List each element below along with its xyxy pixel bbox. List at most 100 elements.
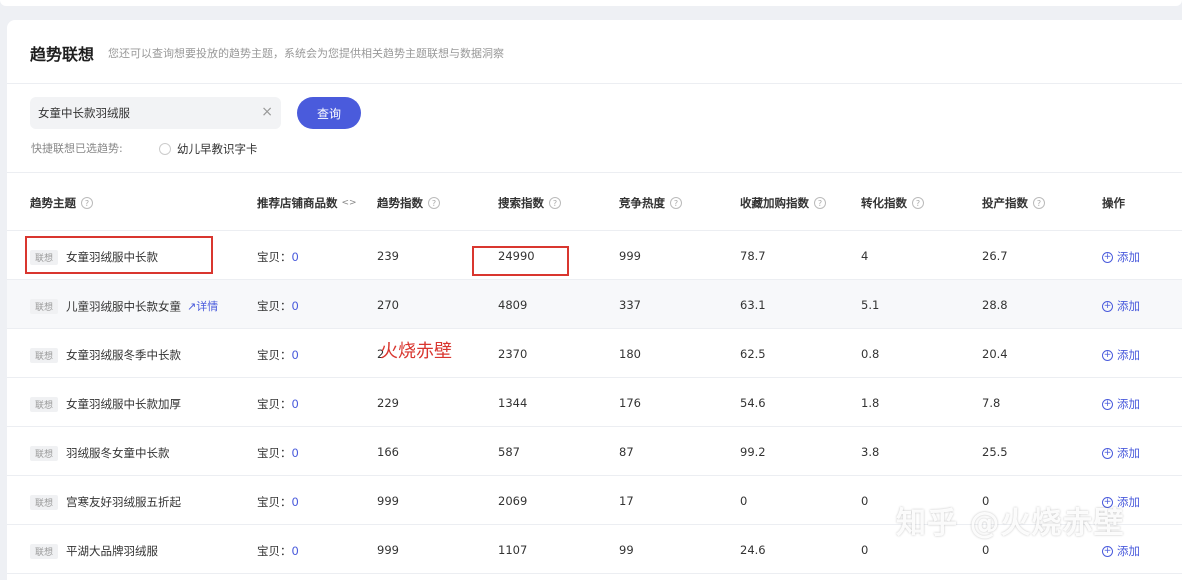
sort-icon[interactable]: <> (342, 198, 357, 208)
header-roi: 投产指数? (982, 195, 1045, 211)
add-button[interactable]: + 添加 (1102, 543, 1140, 559)
theme-cell: 联想 宫寒友好羽绒服五折起 (30, 494, 181, 510)
help-icon[interactable]: ? (1033, 197, 1045, 209)
search-cell: 587 (498, 445, 520, 459)
count-cell: 宝贝：0 (257, 348, 299, 362)
plus-icon: + (1102, 349, 1113, 361)
favorite-cell: 62.5 (740, 347, 766, 361)
header-trend: 趋势指数? (377, 195, 440, 211)
highlight-box-theme (25, 236, 213, 274)
plus-icon: + (1102, 251, 1113, 263)
favorite-cell: 24.6 (740, 543, 766, 557)
count-link[interactable]: 0 (292, 299, 299, 313)
query-button[interactable]: 查询 (297, 97, 361, 129)
roi-cell: 25.5 (982, 445, 1008, 459)
add-button[interactable]: + 添加 (1102, 445, 1140, 461)
count-cell: 宝贝：0 (257, 397, 299, 411)
trend-cell: 999 (377, 494, 399, 508)
panel-title: 趋势联想 (30, 45, 95, 64)
plus-icon: + (1102, 447, 1113, 459)
roi-cell: 7.8 (982, 396, 1001, 410)
association-tag: 联想 (30, 347, 59, 363)
conversion-cell: 0 (861, 543, 869, 557)
help-icon[interactable]: ? (81, 197, 93, 209)
clear-icon[interactable]: × (261, 103, 273, 121)
add-button[interactable]: + 添加 (1102, 249, 1140, 265)
search-cell: 2069 (498, 494, 528, 508)
header-theme: 趋势主题? (30, 195, 93, 211)
help-icon[interactable]: ? (428, 197, 440, 209)
favorite-cell: 78.7 (740, 249, 766, 263)
count-link[interactable]: 0 (292, 397, 299, 411)
help-icon[interactable]: ? (670, 197, 682, 209)
table-row: 联想 儿童羽绒服中长款女童 ↗详情 宝贝：0 270 4809 337 63.1 5… (7, 280, 1182, 329)
theme-cell: 联想 女童羽绒服冬季中长款 (30, 347, 181, 363)
roi-cell: 0 (982, 543, 990, 557)
search-input[interactable] (38, 105, 248, 121)
competition-cell: 176 (619, 396, 641, 410)
association-tag: 联想 (30, 543, 59, 559)
quick-option-label: 幼儿早教识字卡 (177, 142, 258, 156)
count-cell: 宝贝：0 (257, 299, 299, 313)
trend-association-panel: 趋势联想 您还可以查询想要投放的趋势主题，系统会为您提供相关趋势主题联想与数据洞… (7, 20, 1182, 580)
trend-cell: 166 (377, 445, 399, 459)
count-link[interactable]: 0 (292, 348, 299, 362)
quick-association-option[interactable]: 幼儿早教识字卡 (159, 141, 258, 157)
count-cell: 宝贝：0 (257, 544, 299, 558)
favorite-cell: 63.1 (740, 298, 766, 312)
association-tag: 联想 (30, 445, 59, 461)
association-tag: 联想 (30, 396, 59, 412)
search-cell: 1107 (498, 543, 528, 557)
plus-icon: + (1102, 545, 1113, 557)
chart-icon: ↗ (187, 300, 197, 313)
header-conversion: 转化指数? (861, 195, 924, 211)
association-tag: 联想 (30, 494, 59, 510)
conversion-cell: 5.1 (861, 298, 880, 312)
header-store-count[interactable]: 推荐店铺商品数 <> (257, 195, 357, 211)
roi-cell: 28.8 (982, 298, 1008, 312)
panel-subtitle: 您还可以查询想要投放的趋势主题，系统会为您提供相关趋势主题联想与数据洞察 (108, 47, 504, 60)
search-cell: 2370 (498, 347, 528, 361)
add-button[interactable]: + 添加 (1102, 396, 1140, 412)
detail-link[interactable]: ↗详情 (187, 300, 218, 313)
top-card-edge (0, 0, 1182, 6)
competition-cell: 99 (619, 543, 634, 557)
header-action: 操作 (1102, 196, 1125, 210)
plus-icon: + (1102, 398, 1113, 410)
competition-cell: 87 (619, 445, 634, 459)
roi-cell: 20.4 (982, 347, 1008, 361)
count-link[interactable]: 0 (292, 250, 299, 264)
add-button[interactable]: + 添加 (1102, 347, 1140, 363)
header-competition: 竞争热度? (619, 195, 682, 211)
theme-cell: 联想 女童羽绒服中长款加厚 (30, 396, 181, 412)
table-header: 趋势主题? 推荐店铺商品数 <> 趋势指数? 搜索指数? 竞争热度? 收藏加购指数… (7, 172, 1182, 231)
favorite-cell: 54.6 (740, 396, 766, 410)
count-link[interactable]: 0 (292, 544, 299, 558)
help-icon[interactable]: ? (912, 197, 924, 209)
add-button[interactable]: + 添加 (1102, 298, 1140, 314)
favorite-cell: 99.2 (740, 445, 766, 459)
roi-cell: 26.7 (982, 249, 1008, 263)
association-tag: 联想 (30, 299, 59, 314)
help-icon[interactable]: ? (814, 197, 826, 209)
count-link[interactable]: 0 (292, 495, 299, 509)
count-cell: 宝贝：0 (257, 446, 299, 460)
conversion-cell: 3.8 (861, 445, 880, 459)
help-icon[interactable]: ? (549, 197, 561, 209)
competition-cell: 17 (619, 494, 634, 508)
search-box[interactable]: × (30, 97, 281, 129)
competition-cell: 999 (619, 249, 641, 263)
conversion-cell: 0 (861, 494, 869, 508)
plus-icon: + (1102, 300, 1113, 312)
trend-cell: 239 (377, 249, 399, 263)
conversion-cell: 1.8 (861, 396, 880, 410)
trend-cell: 229 (377, 396, 399, 410)
table-row: 联想 女童羽绒服冬季中长款 宝贝：0 2 2370 180 62.5 0.8 20… (7, 329, 1182, 378)
favorite-cell: 0 (740, 494, 748, 508)
conversion-cell: 0.8 (861, 347, 880, 361)
table-row: 联想 女童羽绒服中长款加厚 宝贝：0 229 1344 176 54.6 1.8 … (7, 378, 1182, 427)
radio-icon[interactable] (159, 143, 171, 155)
theme-cell: 联想 羽绒服冬女童中长款 (30, 445, 170, 461)
count-link[interactable]: 0 (292, 446, 299, 460)
annotation-text: 火烧赤壁 (380, 341, 452, 362)
